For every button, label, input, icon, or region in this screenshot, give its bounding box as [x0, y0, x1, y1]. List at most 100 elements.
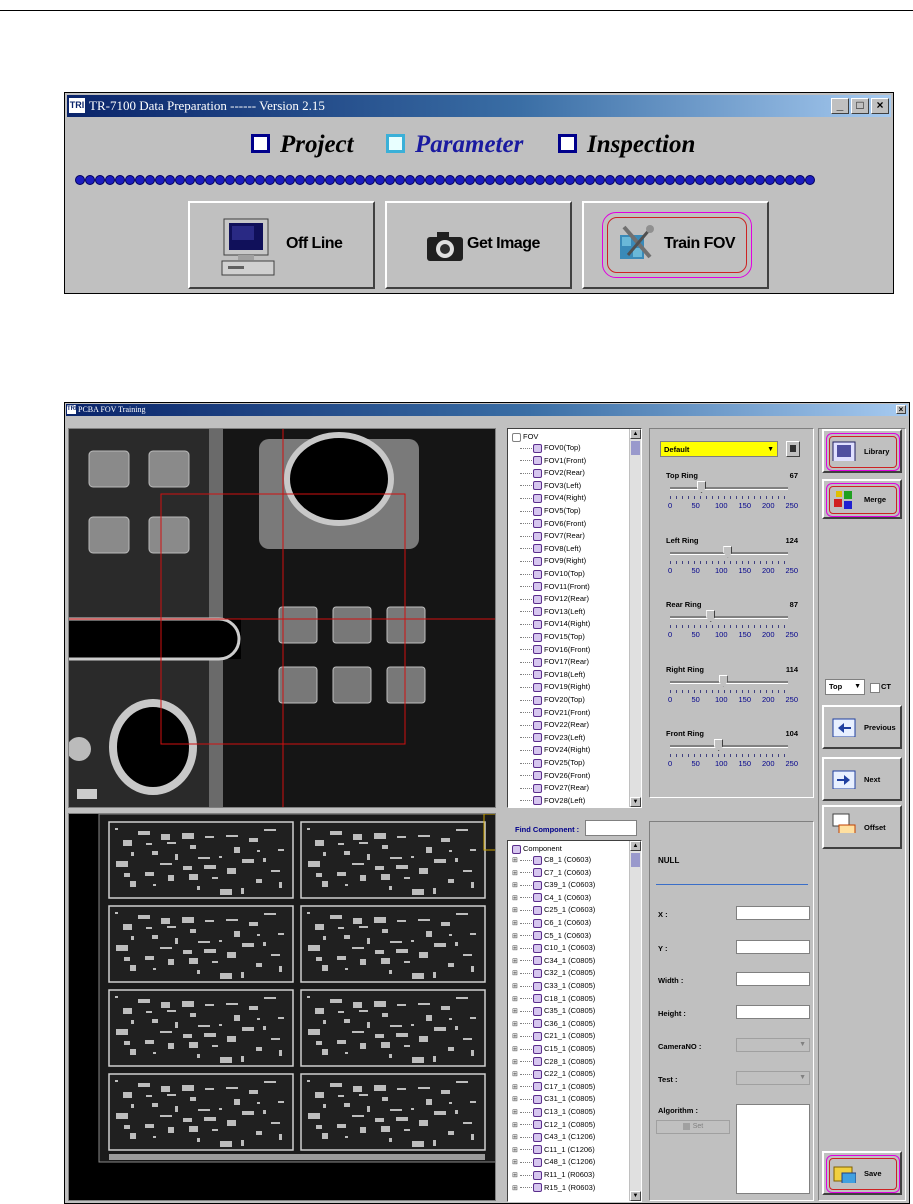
slider-track[interactable]: [670, 616, 788, 619]
light-preset-select[interactable]: Default ▼: [660, 441, 778, 457]
fov-item[interactable]: FOV16(Front): [512, 644, 590, 656]
fov-item[interactable]: FOV7(Rear): [512, 530, 585, 542]
tree-expander-icon[interactable]: ⊞: [512, 855, 520, 867]
fov-item[interactable]: FOV20(Top): [512, 694, 585, 706]
window-titlebar[interactable]: TRI TR-7100 Data Preparation ------ Vers…: [67, 95, 891, 117]
fov-tree[interactable]: FOV FOV0(Top) FOV1(Front) FOV2(Rear) FOV3(L…: [507, 428, 642, 808]
fov-item[interactable]: FOV19(Right): [512, 681, 590, 693]
fov-item[interactable]: FOV6(Front): [512, 518, 586, 530]
test-select[interactable]: ▼: [736, 1071, 810, 1085]
tree-expander-icon[interactable]: ⊞: [512, 1107, 520, 1119]
slider-track[interactable]: [670, 680, 788, 684]
component-item[interactable]: ⊞ C12_1 (C0805): [512, 1119, 595, 1131]
component-item[interactable]: ⊞ C22_1 (C0805): [512, 1068, 595, 1080]
component-item[interactable]: ⊞ C7_1 (C0603): [512, 867, 591, 879]
component-item[interactable]: ⊞ C5_1 (C0603): [512, 930, 591, 942]
fov-item[interactable]: FOV23(Left): [512, 732, 585, 744]
tree-expander-icon[interactable]: ⊞: [512, 981, 520, 993]
tree-expander-icon[interactable]: ⊞: [512, 931, 520, 943]
component-item[interactable]: ⊞ C33_1 (C0805): [512, 980, 595, 992]
component-item[interactable]: ⊞ C36_1 (C0805): [512, 1018, 595, 1030]
set-button[interactable]: Set: [656, 1120, 730, 1134]
light-ring-slider[interactable]: Rear Ring 87 0 50 100 150 200 250: [660, 600, 800, 662]
previous-button[interactable]: Previous: [822, 705, 902, 749]
component-item[interactable]: ⊞ C17_1 (C0805): [512, 1081, 595, 1093]
component-item[interactable]: ⊞ C4_1 (C0603): [512, 892, 591, 904]
scroll-thumb[interactable]: [631, 441, 640, 455]
save-preset-button[interactable]: [786, 441, 800, 457]
fov-item[interactable]: FOV9(Right): [512, 555, 586, 567]
offset-button[interactable]: Offset: [822, 805, 902, 849]
component-item[interactable]: ⊞ C35_1 (C0805): [512, 1005, 595, 1017]
component-item[interactable]: ⊞ C11_1 (C1206): [512, 1144, 595, 1156]
tree-expander-icon[interactable]: ⊞: [512, 868, 520, 880]
tree-expander-icon[interactable]: ⊞: [512, 1057, 520, 1069]
tree-expander-icon[interactable]: ⊞: [512, 893, 520, 905]
tree-expander-icon[interactable]: ⊞: [512, 956, 520, 968]
tree-expander-icon[interactable]: ⊞: [512, 905, 520, 917]
light-ring-slider[interactable]: Left Ring 124 0 50 100 150 200 250: [660, 536, 800, 598]
merge-button[interactable]: Merge: [822, 479, 902, 519]
close-icon[interactable]: ×: [896, 405, 906, 414]
scroll-up-icon[interactable]: ▲: [630, 429, 641, 439]
tab-project[interactable]: Project: [251, 131, 354, 159]
tree-expander-icon[interactable]: ⊞: [512, 1006, 520, 1018]
tree-expander-icon[interactable]: ⊞: [512, 1145, 520, 1157]
fov-item[interactable]: FOV11(Front): [512, 581, 590, 593]
fov-item[interactable]: FOV1(Front): [512, 455, 586, 467]
tree-expander-icon[interactable]: ⊞: [512, 1120, 520, 1132]
fov-item[interactable]: FOV10(Top): [512, 568, 585, 580]
component-item[interactable]: ⊞ C8_1 (C0603): [512, 854, 591, 866]
find-component-input[interactable]: [585, 820, 637, 836]
tree-expander-icon[interactable]: ⊞: [512, 880, 520, 892]
close-icon[interactable]: ×: [871, 98, 889, 114]
slider-thumb[interactable]: [723, 545, 733, 558]
off-line-button[interactable]: Off Line: [188, 201, 375, 289]
scroll-down-icon[interactable]: ▼: [630, 1191, 641, 1201]
fov-item[interactable]: FOV13(Left): [512, 606, 585, 618]
camera-no-select[interactable]: ▼: [736, 1038, 810, 1052]
component-item[interactable]: ⊞ C32_1 (C0805): [512, 967, 595, 979]
tree-expander-icon[interactable]: ⊞: [512, 1082, 520, 1094]
light-ring-slider[interactable]: Top Ring 67 0 50 100 150 200 250: [660, 471, 800, 533]
fov-item[interactable]: FOV24(Right): [512, 744, 590, 756]
component-item[interactable]: ⊞ C28_1 (C0805): [512, 1056, 595, 1068]
component-item[interactable]: ⊞ C13_1 (C0805): [512, 1106, 595, 1118]
tree-expander-icon[interactable]: ⊞: [512, 1019, 520, 1031]
algorithm-list[interactable]: [736, 1104, 810, 1194]
get-image-button[interactable]: Get Image: [385, 201, 572, 289]
fov-item[interactable]: FOV8(Left): [512, 543, 581, 555]
component-item[interactable]: ⊞ C6_1 (C0603): [512, 917, 591, 929]
slider-thumb[interactable]: [718, 674, 728, 687]
ct-checkbox[interactable]: [870, 683, 880, 693]
fov-item[interactable]: FOV14(Right): [512, 618, 590, 630]
fov-item[interactable]: FOV2(Rear): [512, 467, 585, 479]
slider-thumb[interactable]: [697, 481, 706, 493]
fov-item[interactable]: FOV22(Rear): [512, 719, 589, 731]
component-item[interactable]: ⊞ C34_1 (C0805): [512, 955, 595, 967]
train-fov-button[interactable]: Train FOV: [582, 201, 769, 289]
height-input[interactable]: [736, 1005, 810, 1019]
fov-tree-scrollbar[interactable]: ▲ ▼: [629, 429, 641, 807]
tree-expander-icon[interactable]: ⊞: [512, 968, 520, 980]
fov-item[interactable]: FOV3(Left): [512, 480, 581, 492]
maximize-icon[interactable]: □: [851, 98, 869, 114]
component-item[interactable]: ⊞ C39_1 (C0603): [512, 879, 595, 891]
tree-expander-icon[interactable]: ⊞: [512, 1069, 520, 1081]
component-item[interactable]: ⊞ C15_1 (C0805): [512, 1043, 595, 1055]
width-input[interactable]: [736, 972, 810, 986]
component-item[interactable]: ⊞ C18_1 (C0805): [512, 993, 595, 1005]
scroll-up-icon[interactable]: ▲: [630, 841, 641, 851]
y-input[interactable]: [736, 940, 810, 954]
fov-item[interactable]: FOV0(Top): [512, 442, 581, 454]
fov-item[interactable]: FOV12(Rear): [512, 593, 589, 605]
tree-expander-icon[interactable]: ⊞: [512, 1031, 520, 1043]
tree-expander-icon[interactable]: ⊞: [512, 1132, 520, 1144]
component-item[interactable]: ⊞ R15_1 (R0603): [512, 1182, 595, 1194]
library-button[interactable]: Library: [822, 429, 902, 473]
component-item[interactable]: ⊞ C25_1 (C0603): [512, 904, 595, 916]
slider-track[interactable]: [670, 487, 788, 490]
fov-item[interactable]: FOV27(Rear): [512, 782, 589, 794]
view-select[interactable]: Top ▼: [825, 679, 865, 695]
component-item[interactable]: ⊞ C31_1 (C0805): [512, 1093, 595, 1105]
